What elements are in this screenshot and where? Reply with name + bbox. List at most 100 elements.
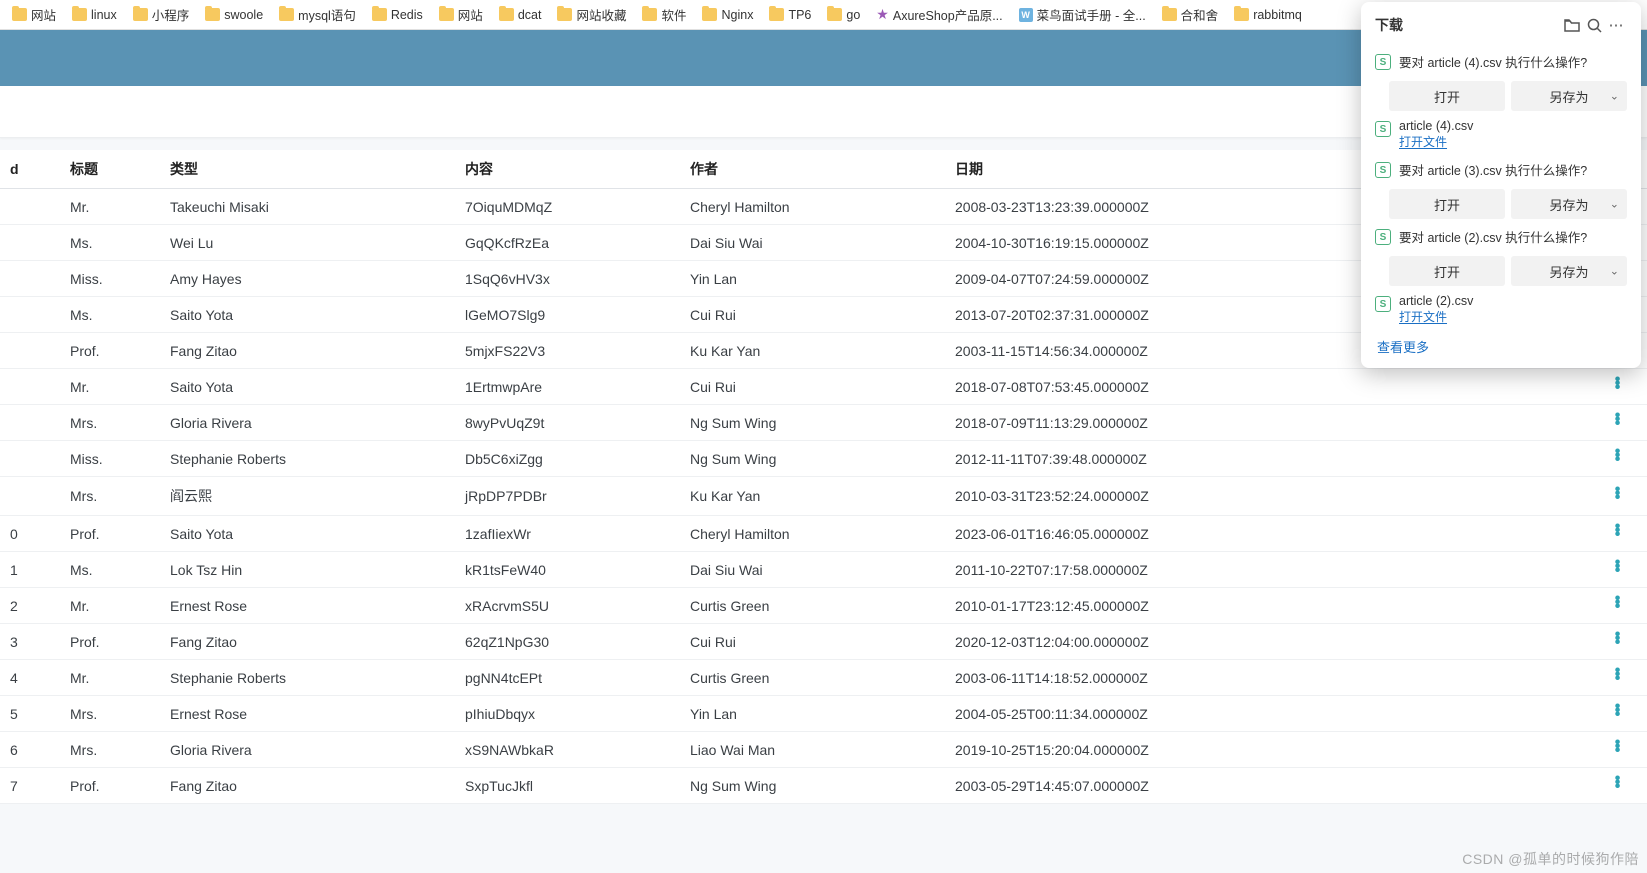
save-as-button[interactable]: 另存为⌄ <box>1511 256 1627 286</box>
table-row[interactable]: Mrs.阎云熙jRpDP7PDBrKu Kar Yan2010-03-31T23… <box>0 477 1647 516</box>
table-row[interactable]: 7Prof.Fang ZitaoSxpTucJkflNg Sum Wing200… <box>0 768 1647 804</box>
cell-author: Yin Lan <box>680 261 945 297</box>
bookmark-item[interactable]: rabbitmq <box>1228 5 1308 25</box>
bookmark-item[interactable]: W菜鸟面试手册 - 全... <box>1013 2 1152 27</box>
table-row[interactable]: 5Mrs.Ernest RosepIhiuDbqyxYin Lan2004-05… <box>0 696 1647 732</box>
cell-content: 5mjxFS22V3 <box>455 333 680 369</box>
bookmark-item[interactable]: 网站 <box>433 2 489 27</box>
cell-author: Ng Sum Wing <box>680 405 945 441</box>
see-more-link[interactable]: 查看更多 <box>1365 329 1637 356</box>
table-row[interactable]: Mr.Saito Yota1ErtmwpAreCui Rui2018-07-08… <box>0 369 1647 405</box>
more-icon[interactable]: ⋯ <box>1605 14 1627 36</box>
cell-date: 2010-03-31T23:52:24.000000Z <box>945 477 1587 516</box>
open-file-link[interactable]: 打开文件 <box>1399 308 1627 325</box>
bookmark-item[interactable]: Nginx <box>696 5 759 25</box>
row-menu-icon[interactable]: ••• <box>1615 633 1620 645</box>
cell-author: Dai Siu Wai <box>680 552 945 588</box>
bookmark-item[interactable]: TP6 <box>763 5 817 25</box>
th-content[interactable]: 内容 <box>455 150 680 189</box>
row-menu-icon[interactable]: ••• <box>1615 414 1620 426</box>
open-folder-icon[interactable] <box>1561 14 1583 36</box>
th-author[interactable]: 作者 <box>680 150 945 189</box>
cell-type: Fang Zitao <box>160 768 455 804</box>
cell-date: 2018-07-08T07:53:45.000000Z <box>945 369 1587 405</box>
th-idx[interactable]: d <box>0 150 60 189</box>
cell-idx: 0 <box>0 516 60 552</box>
cell-type: Amy Hayes <box>160 261 455 297</box>
bookmark-item[interactable]: 网站收藏 <box>551 2 632 27</box>
row-menu-icon[interactable]: ••• <box>1615 561 1620 573</box>
folder-icon <box>499 8 514 21</box>
bookmark-item[interactable]: 合和舍 <box>1156 2 1225 27</box>
table-row[interactable]: 2Mr.Ernest RosexRAcrvmS5UCurtis Green201… <box>0 588 1647 624</box>
bookmark-label: 菜鸟面试手册 - 全... <box>1037 5 1146 24</box>
open-button[interactable]: 打开 <box>1389 189 1505 219</box>
cell-type: Gloria Rivera <box>160 732 455 768</box>
row-menu-icon[interactable]: ••• <box>1615 705 1620 717</box>
row-menu-icon[interactable]: ••• <box>1615 450 1620 462</box>
cell-title: Mrs. <box>60 477 160 516</box>
cell-title: Ms. <box>60 297 160 333</box>
table-row[interactable]: 4Mr.Stephanie RobertspgNN4tcEPtCurtis Gr… <box>0 660 1647 696</box>
row-menu-icon[interactable]: ••• <box>1615 669 1620 681</box>
open-file-link[interactable]: 打开文件 <box>1399 133 1627 150</box>
row-menu-icon[interactable]: ••• <box>1615 777 1620 789</box>
open-button[interactable]: 打开 <box>1389 81 1505 111</box>
bookmark-item[interactable]: dcat <box>493 5 548 25</box>
table-row[interactable]: 3Prof.Fang Zitao62qZ1NpG30Cui Rui2020-12… <box>0 624 1647 660</box>
cell-author: Dai Siu Wai <box>680 225 945 261</box>
save-as-button[interactable]: 另存为⌄ <box>1511 81 1627 111</box>
bookmark-item[interactable]: 小程序 <box>127 2 196 27</box>
cell-date: 2003-06-11T14:18:52.000000Z <box>945 660 1587 696</box>
row-menu-icon[interactable]: ••• <box>1615 741 1620 753</box>
cell-content: kR1tsFeW40 <box>455 552 680 588</box>
table-row[interactable]: Miss.Stephanie RobertsDb5C6xiZggNg Sum W… <box>0 441 1647 477</box>
cell-actions: ••• <box>1587 624 1647 660</box>
row-menu-icon[interactable]: ••• <box>1615 597 1620 609</box>
folder-icon <box>12 8 27 21</box>
bookmark-item[interactable]: swoole <box>199 5 269 25</box>
table-row[interactable]: 0Prof.Saito Yota1zafIiexWrCheryl Hamilto… <box>0 516 1647 552</box>
cell-content: 1zafIiexWr <box>455 516 680 552</box>
cell-title: Mr. <box>60 369 160 405</box>
download-prompt-text: 要对 article (3).csv 执行什么操作? <box>1399 160 1627 179</box>
cell-type: Takeuchi Misaki <box>160 189 455 225</box>
cell-author: Curtis Green <box>680 588 945 624</box>
cell-author: Cheryl Hamilton <box>680 189 945 225</box>
cell-type: Saito Yota <box>160 297 455 333</box>
folder-icon <box>702 8 717 21</box>
cell-title: Mrs. <box>60 696 160 732</box>
table-row[interactable]: 1Ms.Lok Tsz HinkR1tsFeW40Dai Siu Wai2011… <box>0 552 1647 588</box>
row-menu-icon[interactable]: ••• <box>1615 378 1620 390</box>
bookmark-label: linux <box>91 8 117 22</box>
th-title[interactable]: 标题 <box>60 150 160 189</box>
bookmark-item[interactable]: mysql语句 <box>273 2 362 27</box>
save-as-button[interactable]: 另存为⌄ <box>1511 189 1627 219</box>
cell-content: 1SqQ6vHV3x <box>455 261 680 297</box>
bookmark-item[interactable]: linux <box>66 5 123 25</box>
download-item: Sarticle (2).csv打开文件 <box>1365 288 1637 329</box>
table-row[interactable]: 6Mrs.Gloria RiveraxS9NAWbkaRLiao Wai Man… <box>0 732 1647 768</box>
bookmark-label: dcat <box>518 8 542 22</box>
file-badge-icon: S <box>1375 121 1391 137</box>
open-button[interactable]: 打开 <box>1389 256 1505 286</box>
bookmark-label: 合和舍 <box>1181 5 1219 24</box>
download-body: 要对 article (3).csv 执行什么操作? <box>1399 160 1627 179</box>
row-menu-icon[interactable]: ••• <box>1615 488 1620 500</box>
bookmark-item[interactable]: go <box>821 5 866 25</box>
bookmark-item[interactable]: Redis <box>366 5 429 25</box>
cell-type: Saito Yota <box>160 516 455 552</box>
cell-author: Cui Rui <box>680 369 945 405</box>
bookmark-item[interactable]: ★AxureShop产品原... <box>870 2 1008 27</box>
cell-content: 1ErtmwpAre <box>455 369 680 405</box>
cell-title: Mr. <box>60 660 160 696</box>
th-type[interactable]: 类型 <box>160 150 455 189</box>
bookmark-item[interactable]: 网站 <box>6 2 62 27</box>
bookmark-item[interactable]: 软件 <box>636 2 692 27</box>
cell-type: Stephanie Roberts <box>160 660 455 696</box>
row-menu-icon[interactable]: ••• <box>1615 525 1620 537</box>
bookmark-label: go <box>846 8 860 22</box>
table-row[interactable]: Mrs.Gloria Rivera8wyPvUqZ9tNg Sum Wing20… <box>0 405 1647 441</box>
cell-actions: ••• <box>1587 588 1647 624</box>
search-icon[interactable] <box>1583 14 1605 36</box>
